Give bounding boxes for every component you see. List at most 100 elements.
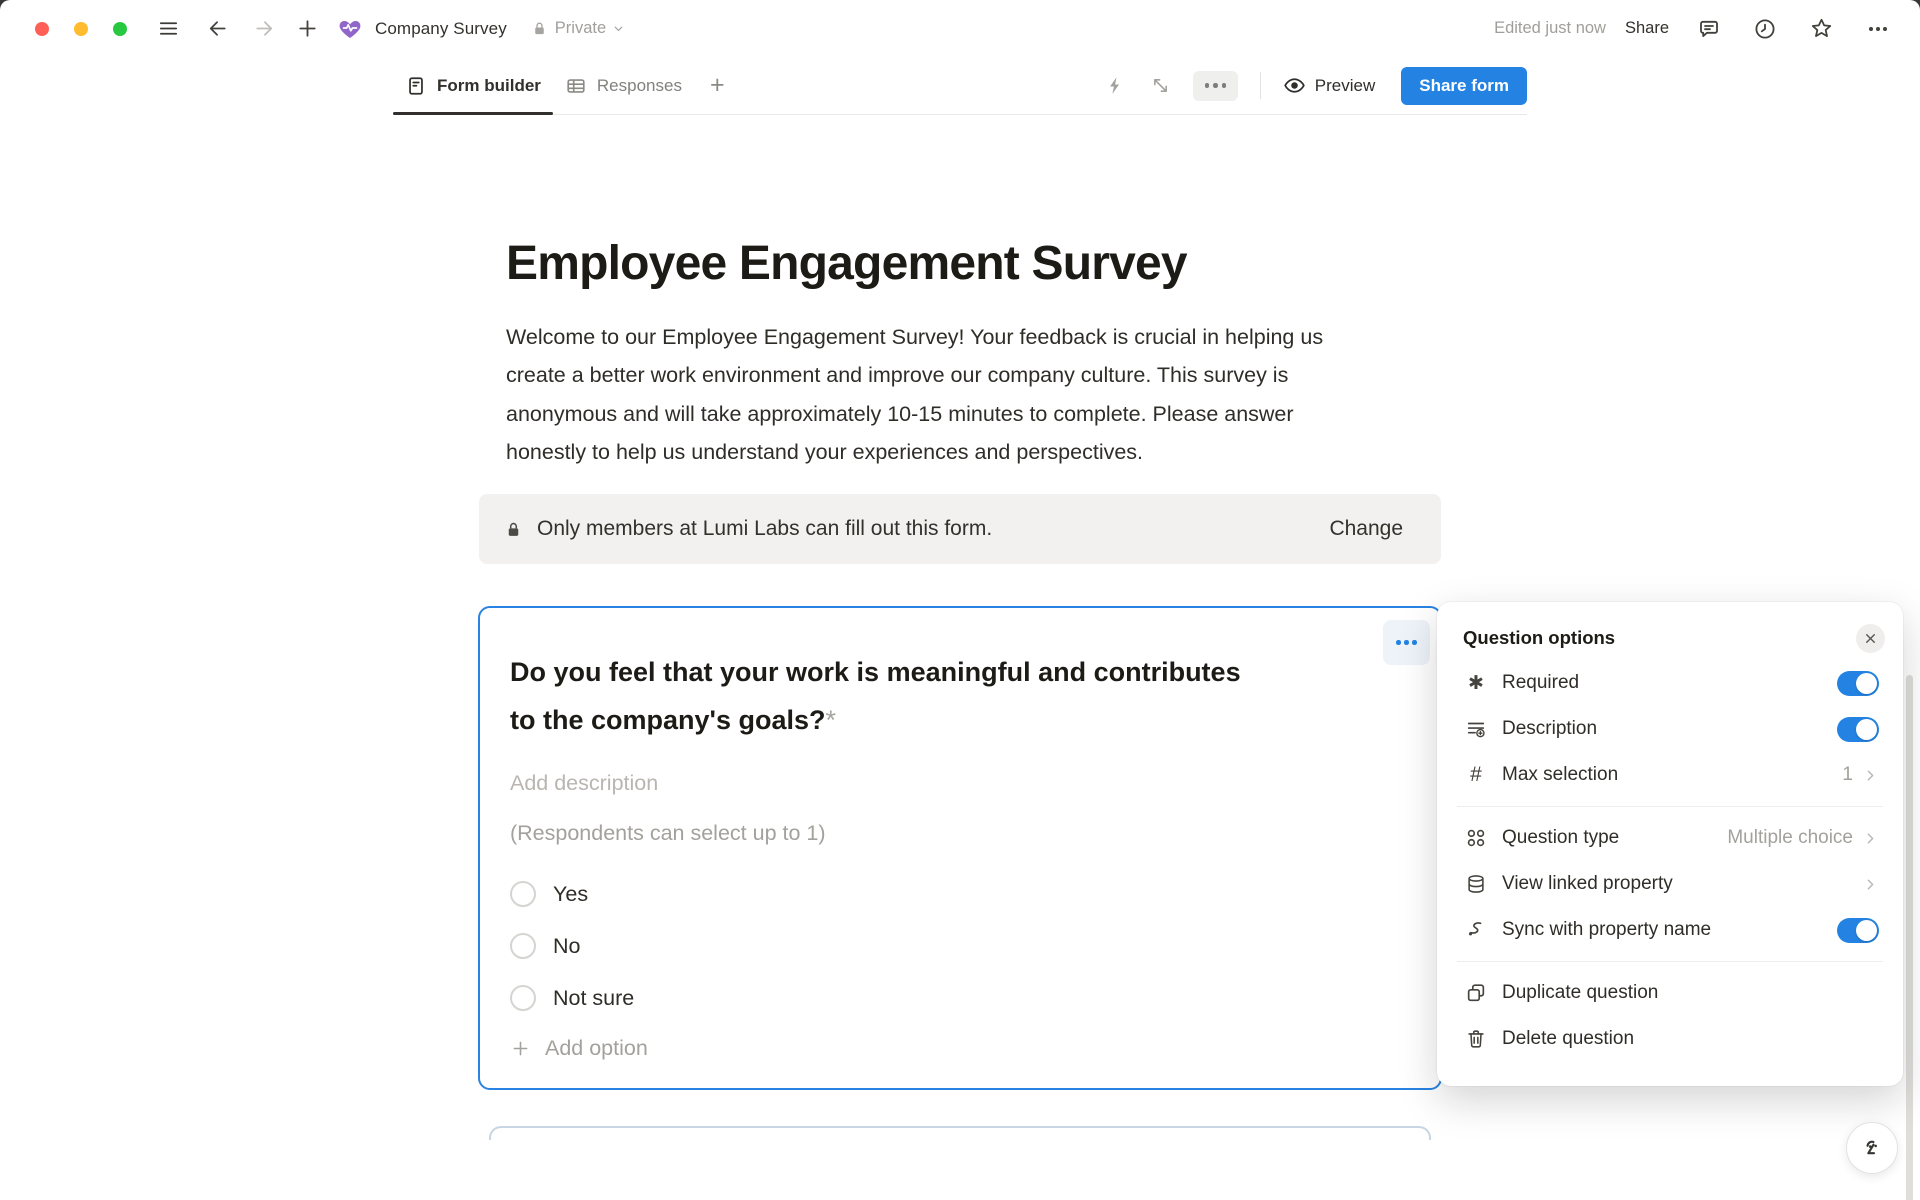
lightning-icon <box>1105 75 1126 96</box>
divider <box>1260 72 1261 99</box>
option-label: Yes <box>553 882 588 907</box>
divider <box>1457 806 1883 807</box>
radio-button[interactable] <box>510 985 536 1011</box>
question-type-grid-icon <box>1463 827 1489 849</box>
option-label: No <box>553 934 580 959</box>
trash-icon <box>1463 1028 1489 1050</box>
expand-view-button[interactable] <box>1150 75 1171 96</box>
required-row[interactable]: ✱ Required <box>1451 660 1889 706</box>
question-options-popup: Question options ✱ Required Description … <box>1437 602 1903 1086</box>
option-row-not-sure[interactable]: Not sure <box>510 972 1410 1024</box>
max-selection-row[interactable]: # Max selection 1 <box>1451 752 1889 798</box>
share-form-button[interactable]: Share form <box>1401 67 1527 105</box>
plus-icon <box>296 17 319 40</box>
automations-button[interactable] <box>1105 75 1126 96</box>
privacy-dropdown[interactable]: Private <box>531 19 625 38</box>
question-card: Do you feel that your work is meaningful… <box>478 606 1442 1090</box>
app-window: Company Survey Private Edited just now S… <box>0 0 1920 1200</box>
radio-button[interactable] <box>510 933 536 959</box>
comments-icon[interactable] <box>1697 17 1721 41</box>
asterisk-icon: ✱ <box>1463 672 1489 695</box>
question-description-placeholder[interactable]: Add description <box>510 768 1410 798</box>
plus-icon <box>510 1038 531 1059</box>
page-emoji-heart-pulse-icon <box>337 15 363 43</box>
delete-question-row[interactable]: Delete question <box>1451 1016 1889 1062</box>
duplicate-icon <box>1463 982 1489 1004</box>
share-button[interactable]: Share <box>1625 19 1669 38</box>
back-button[interactable] <box>204 15 230 43</box>
hamburger-icon <box>157 17 180 40</box>
database-icon <box>1463 873 1489 895</box>
tab-form-builder-label: Form builder <box>437 76 541 96</box>
max-selection-value: 1 <box>1842 764 1853 786</box>
form-title[interactable]: Employee Engagement Survey <box>506 236 1414 291</box>
forward-arrow-icon <box>253 17 276 40</box>
description-toggle[interactable] <box>1837 717 1879 742</box>
preview-button[interactable]: Preview <box>1283 74 1375 97</box>
chrome-right-controls: Edited just now Share <box>1494 16 1920 41</box>
question-type-row[interactable]: Question type Multiple choice <box>1451 815 1889 861</box>
description-row[interactable]: Description <box>1451 706 1889 752</box>
back-arrow-icon <box>206 17 229 40</box>
required-marker: * <box>825 705 836 735</box>
question-more-options-button[interactable] <box>1383 620 1430 665</box>
lock-icon <box>531 20 548 37</box>
view-linked-property-row[interactable]: View linked property <box>1451 861 1889 907</box>
popup-title: Question options <box>1463 627 1615 649</box>
option-row-no[interactable]: No <box>510 920 1410 972</box>
sidebar-menu-button[interactable] <box>155 15 181 43</box>
add-option-label: Add option <box>545 1036 648 1061</box>
options-list: Yes No Not sure Add option <box>510 868 1410 1072</box>
access-notice-bar: Only members at Lumi Labs can fill out t… <box>479 494 1441 564</box>
expand-diagonal-icon <box>1150 75 1171 96</box>
zoom-window-button[interactable] <box>113 22 127 36</box>
chevron-right-icon <box>1862 876 1879 893</box>
description-lines-icon <box>1463 718 1489 740</box>
tab-responses[interactable]: Responses <box>553 57 694 114</box>
notion-ai-button[interactable] <box>1846 1122 1898 1174</box>
new-tab-button[interactable] <box>294 15 320 43</box>
next-question-card-edge[interactable] <box>489 1126 1431 1140</box>
privacy-label: Private <box>555 19 606 38</box>
responses-table-icon <box>565 75 587 97</box>
radio-button[interactable] <box>510 881 536 907</box>
view-more-options-button[interactable] <box>1193 71 1238 101</box>
favorite-star-icon[interactable] <box>1809 16 1834 41</box>
option-label: Not sure <box>553 986 634 1011</box>
close-window-button[interactable] <box>35 22 49 36</box>
ai-face-icon <box>1859 1135 1886 1162</box>
form-builder-doc-icon <box>405 75 427 97</box>
chevron-down-icon <box>612 22 625 35</box>
option-row-yes[interactable]: Yes <box>510 868 1410 920</box>
more-options-icon[interactable] <box>1866 17 1890 41</box>
sync-property-toggle[interactable] <box>1837 918 1879 943</box>
history-clock-icon[interactable] <box>1753 17 1777 41</box>
chevron-right-icon <box>1862 830 1879 847</box>
add-option-button[interactable]: Add option <box>510 1024 1410 1072</box>
page-scrollbar[interactable] <box>1906 675 1913 1200</box>
form-description[interactable]: Welcome to our Employee Engagement Surve… <box>506 318 1346 471</box>
divider <box>1457 961 1883 962</box>
change-access-button[interactable]: Change <box>1329 517 1403 541</box>
duplicate-question-row[interactable]: Duplicate question <box>1451 970 1889 1016</box>
forward-button[interactable] <box>251 15 277 43</box>
hash-icon: # <box>1463 763 1489 787</box>
add-view-button[interactable]: + <box>704 71 731 100</box>
edited-status: Edited just now <box>1494 19 1606 38</box>
close-icon <box>1863 631 1878 646</box>
window-chrome: Company Survey Private Edited just now S… <box>0 0 1920 57</box>
view-tab-strip: Form builder Responses + <box>393 57 1527 115</box>
page-title[interactable]: Company Survey <box>375 19 507 39</box>
access-notice-text: Only members at Lumi Labs can fill out t… <box>537 517 992 541</box>
question-type-value: Multiple choice <box>1727 827 1853 849</box>
popup-close-button[interactable] <box>1856 624 1885 653</box>
required-toggle[interactable] <box>1837 671 1879 696</box>
selection-limit-note: (Respondents can select up to 1) <box>510 818 1410 848</box>
question-title[interactable]: Do you feel that your work is meaningful… <box>510 648 1270 744</box>
preview-label: Preview <box>1315 76 1375 96</box>
sync-property-name-row[interactable]: Sync with property name <box>1451 907 1889 953</box>
sync-icon <box>1463 919 1489 941</box>
lock-icon <box>504 520 523 539</box>
minimize-window-button[interactable] <box>74 22 88 36</box>
tab-form-builder[interactable]: Form builder <box>393 57 553 114</box>
